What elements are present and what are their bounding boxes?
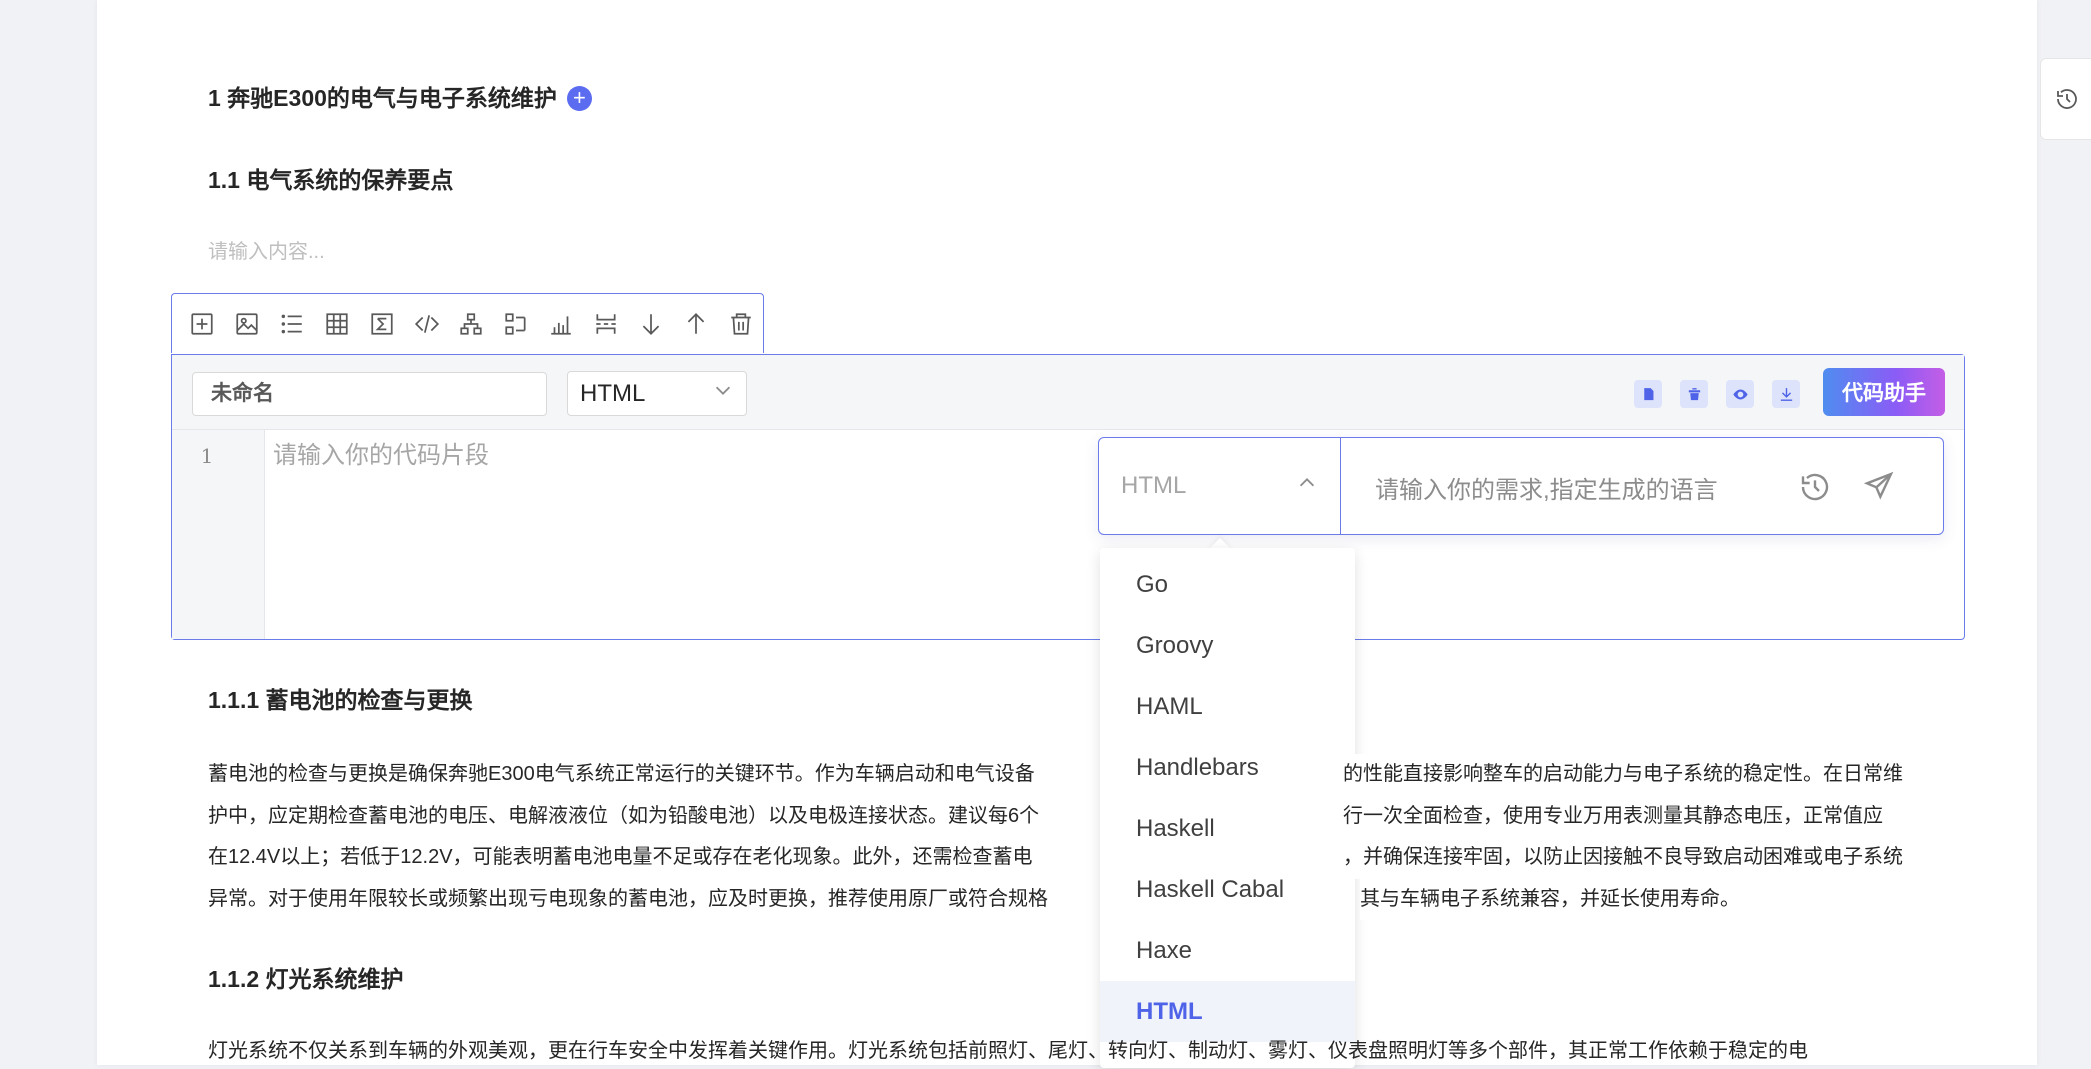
bar-chart-icon[interactable] [539,302,584,346]
line-gutter: 1 [172,430,265,639]
chevron-up-icon [1296,472,1318,501]
dropdown-option[interactable]: Go [1100,554,1355,615]
move-up-icon[interactable] [673,302,718,346]
add-block-icon[interactable] [180,302,225,346]
heading-2: 1.1 电气系统的保养要点 [208,167,454,193]
paragraph-line-right: ，并确保连接牢固，以防止因接触不良导致启动困难或电子系统 [1343,837,1903,879]
content-placeholder[interactable]: 请输入内容... [208,236,325,268]
paragraph-line: 蓄电池的检查与更换是确保奔驰E300电气系统正常运行的关键环节。作为车辆启动和电… [208,754,1946,796]
add-section-button[interactable]: + [566,85,592,111]
dropdown-option[interactable]: Groovy [1100,615,1355,676]
history-icon [2056,89,2077,109]
clear-icon[interactable] [1680,380,1708,408]
chevron-down-icon [712,372,734,415]
ai-prompt-input[interactable]: 请输入你的需求,指定生成的语言 [1375,470,1718,505]
paragraph-line-right: 行一次全面检查，使用专业万用表测量其静态电压，正常值应 [1343,795,1883,837]
copy-icon[interactable] [1634,380,1662,408]
paragraph-line: 异常。对于使用年限较长或频繁出现亏电现象的蓄电池，应及时更换，推荐使用原厂或符合… [208,878,1946,920]
code-editor[interactable]: 请输入你的代码片段 [273,435,489,470]
preview-eye-icon[interactable] [1726,380,1754,408]
send-icon[interactable] [1863,470,1895,507]
dropdown-option[interactable]: Haxe [1100,920,1355,981]
image-icon[interactable] [225,302,270,346]
paragraph-battery: 蓄电池的检查与更换是确保奔驰E300电气系统正常运行的关键环节。作为车辆启动和电… [208,754,1946,920]
org-chart-icon[interactable] [449,302,494,346]
paragraph-lights: 灯光系统不仅关系到车辆的外观美观，更在行车安全中发挥着关键作用。灯光系统包括前照… [208,1040,1808,1062]
ai-assistant-panel: HTML 请输入你的需求,指定生成的语言 [1098,437,1944,535]
code-assistant-button[interactable]: 代码助手 [1823,368,1945,416]
history-icon[interactable] [1799,471,1831,508]
language-select[interactable]: HTML [567,371,747,416]
table-icon[interactable] [315,302,360,346]
paragraph-line-left: 在12.4V以上；若低于12.2V，可能表明蓄电池电量不足或存在老化现象。此外，… [208,846,1033,868]
ai-language-select[interactable]: HTML [1099,438,1341,534]
paragraph-line-right: 其与车辆电子系统兼容，并延长使用寿命。 [1360,878,1740,920]
dropdown-option[interactable]: HAML [1100,676,1355,737]
paragraph-line-right: 的性能直接影响整车的启动能力与电子系统的稳定性。在日常维 [1343,754,1903,796]
heading-1-text: 1 奔驰E300的电气与电子系统维护 [208,85,557,111]
flow-icon[interactable] [494,302,539,346]
heading-3-lights: 1.1.2 灯光系统维护 [208,966,404,992]
paragraph-line: 在12.4V以上；若低于12.2V，可能表明蓄电池电量不足或存在老化现象。此外，… [208,837,1946,879]
code-block-header: 未命名 HTML 代码助手 [172,355,1964,430]
delete-icon[interactable] [718,302,763,346]
move-down-icon[interactable] [628,302,673,346]
paragraph-line: 护中，应定期检查蓄电池的电压、电解液液位（如为铅酸电池）以及电极连接状态。建议每… [208,795,1946,837]
formula-icon[interactable] [359,302,404,346]
language-select-value: HTML [580,380,646,407]
block-toolbar [171,293,764,353]
code-icon[interactable] [404,302,449,346]
split-icon[interactable] [584,302,629,346]
heading-1: 1 奔驰E300的电气与电子系统维护 + [208,80,592,116]
download-icon[interactable] [1772,380,1800,408]
list-icon[interactable] [270,302,315,346]
line-number: 1 [200,444,214,468]
heading-3-battery: 1.1.1 蓄电池的检查与更换 [208,687,473,713]
version-history-tab[interactable] [2040,58,2091,140]
paragraph-line-left: 蓄电池的检查与更换是确保奔驰E300电气系统正常运行的关键环节。作为车辆启动和电… [208,763,1035,785]
paragraph-line-left: 护中，应定期检查蓄电池的电压、电解液液位（如为铅酸电池）以及电极连接状态。建议每… [208,804,1040,827]
ai-language-value: HTML [1121,472,1187,499]
snippet-name-input[interactable]: 未命名 [192,372,547,416]
paragraph-line-left: 异常。对于使用年限较长或频繁出现亏电现象的蓄电池，应及时更换，推荐使用原厂或符合… [208,887,1048,910]
